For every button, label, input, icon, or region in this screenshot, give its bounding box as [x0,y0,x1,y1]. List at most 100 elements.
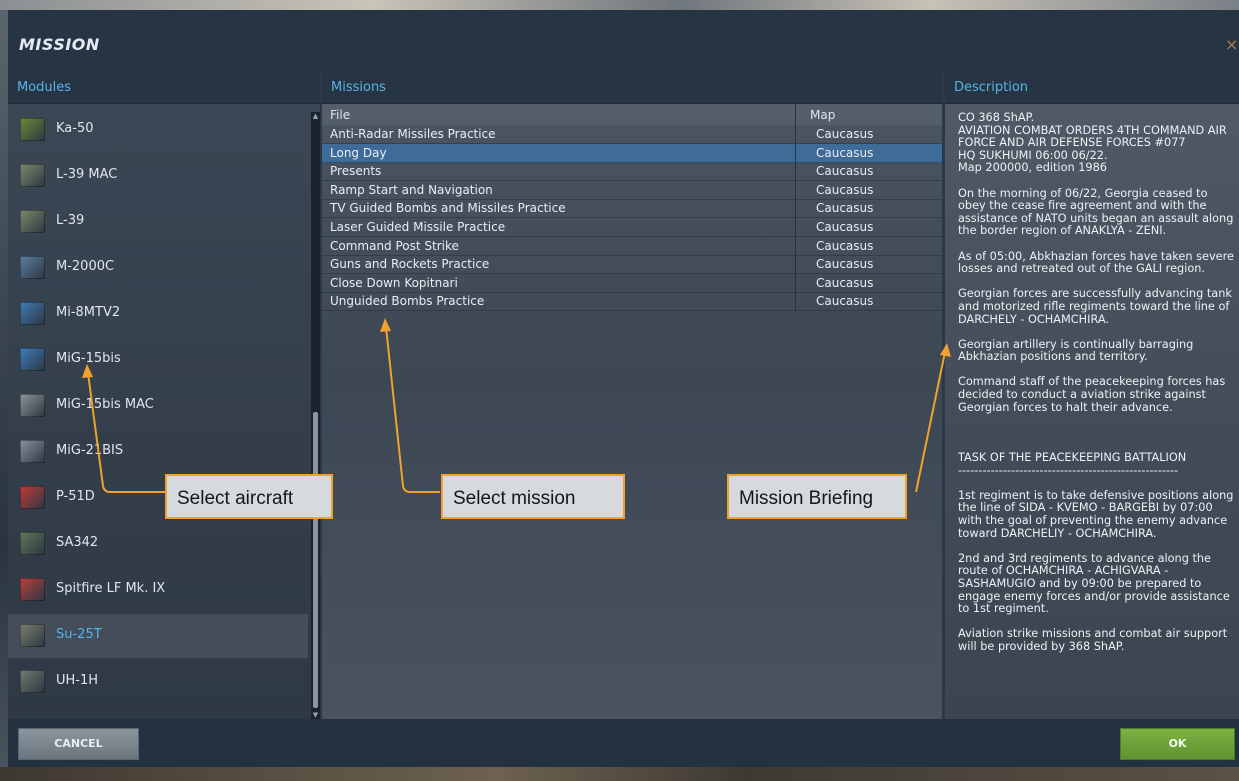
mission-map: Caucasus [816,257,874,272]
mission-file: Presents [330,164,382,179]
module-label: MiG-15bis [56,351,121,366]
description-body: CO 368 ShAP. AVIATION COMBAT ORDERS 4TH … [945,104,1239,719]
ok-button[interactable]: OK [1120,728,1235,760]
module-label: P-51D [56,489,95,504]
module-item[interactable]: Mi-8MTV2 [8,292,308,336]
mission-file: Unguided Bombs Practice [330,294,485,309]
missions-panel: Missions File Map Anti-Radar Missiles Pr… [322,72,942,719]
mission-row[interactable]: Command Post Strike Caucasus [322,237,942,256]
description-paragraph: Georgian forces are successfully advanci… [958,287,1232,326]
p-51d-icon [20,486,45,509]
spitfire-icon [20,578,45,601]
module-label: MiG-21BIS [56,443,124,458]
mission-map: Caucasus [816,220,874,234]
l-39-icon [20,210,45,233]
description-text: CO 368 ShAP. AVIATION COMBAT ORDERS 4TH … [958,111,1234,666]
uh-1h-icon [20,670,45,693]
su-25t-icon [20,624,45,647]
mission-map: Caucasus [816,201,874,216]
sa342-icon [20,532,45,555]
modules-scrollbar[interactable]: ▲ ▼ [311,112,320,720]
description-paragraph: As of 05:00, Abkhazian forces have taken… [958,249,1234,276]
module-label: L-39 MAC [56,167,118,182]
modules-header: Modules [8,72,320,104]
modules-panel: Modules Ka-50 L-39 MAC L-39 M-2000C Mi-8MTV2… [8,72,320,719]
description-paragraph: 2nd and 3rd regiments to advance along t… [958,551,1230,616]
mission-row[interactable]: Anti-Radar Missiles Practice Caucasus [322,125,942,144]
mission-file: Command Post Strike [330,238,459,253]
m-2000c-icon [20,256,45,279]
mission-file: Guns and Rockets Practice [330,257,490,272]
mission-row[interactable]: TV Guided Bombs and Missiles Practice Cau… [322,199,942,219]
module-item[interactable]: M-2000C [8,246,308,290]
module-item[interactable]: L-39 MAC [8,154,308,198]
module-label: Su-25T [56,627,102,642]
column-header-file[interactable]: File [330,108,350,122]
mission-row[interactable]: Ramp Start and Navigation Caucasus [322,181,942,200]
mig-15bis-mac-icon [20,394,45,417]
mission-file: Anti-Radar Missiles Practice [330,127,496,141]
description-paragraph: Command staff of the peacekeeping forces… [958,375,1226,414]
module-item[interactable]: Ka-50 [8,108,308,152]
footer-bar: CANCEL OK [8,719,1239,767]
dialog-title: MISSION [19,35,100,54]
module-label: Spitfire LF Mk. IX [56,581,166,596]
description-panel: Description CO 368 ShAP. AVIATION COMBAT… [945,72,1239,719]
mission-file: Laser Guided Missile Practice [330,220,506,234]
description-paragraph: CO 368 ShAP. AVIATION COMBAT ORDERS 4TH … [958,111,1227,175]
missions-header: Missions [322,72,942,104]
missions-table-header: File Map [322,104,942,125]
modules-list: Ka-50 L-39 MAC L-39 M-2000C Mi-8MTV2 MiG-15bi… [8,104,320,719]
callout-select-mission: Select mission [441,474,625,519]
mission-row[interactable]: Long Day Caucasus [322,143,942,163]
mission-map: Caucasus [816,127,874,141]
module-label: SA342 [56,535,99,550]
title-bar: MISSION × [8,10,1239,72]
module-label: L-39 [56,213,85,228]
mission-row[interactable]: Close Down Kopitnari Caucasus [322,274,942,293]
description-paragraph: On the morning of 06/22, Georgia ceased … [958,186,1234,238]
mi-8mtv2-icon [20,302,45,325]
description-paragraph: Georgian artillery is continually barrag… [958,337,1194,364]
l-39-mac-icon [20,164,45,187]
close-icon[interactable]: × [1225,37,1239,53]
module-item[interactable]: MiG-15bis MAC [8,384,308,428]
module-item[interactable]: Su-25T [8,614,308,658]
mission-map: Caucasus [816,275,874,290]
mission-file: Close Down Kopitnari [330,275,458,290]
module-item[interactable]: SA342 [8,522,308,566]
mig-15bis-icon [20,348,45,371]
mission-file: Ramp Start and Navigation [330,182,493,197]
column-header-map[interactable]: Map [810,108,835,122]
description-paragraph [958,427,1234,440]
module-item[interactable]: L-39 [8,200,308,244]
mig-21bis-icon [20,440,45,463]
mission-map: Caucasus [816,164,874,179]
mission-file: Long Day [330,145,387,160]
callout-select-aircraft: Select aircraft [165,474,333,519]
description-header: Description [945,72,1239,104]
mission-map: Caucasus [816,294,874,309]
mission-map: Caucasus [816,182,874,197]
module-label: Mi-8MTV2 [56,305,121,320]
description-paragraph: TASK OF THE PEACEKEEPING BATTALION -----… [958,451,1187,477]
mission-row[interactable]: Laser Guided Missile Practice Caucasus [322,218,942,237]
background-sky-top [0,0,1239,10]
module-item[interactable]: Spitfire LF Mk. IX [8,568,308,612]
mission-row[interactable]: Unguided Bombs Practice Caucasus [322,292,942,312]
scroll-up-arrow-icon[interactable]: ▲ [311,112,320,121]
module-item[interactable]: UH-1H [8,660,308,704]
column-divider [795,104,796,313]
mission-row[interactable]: Presents Caucasus [322,162,942,182]
scroll-thumb[interactable] [313,412,318,708]
module-label: Ka-50 [56,121,94,136]
module-label: UH-1H [56,673,99,688]
cancel-button[interactable]: CANCEL [18,728,139,760]
mission-row[interactable]: Guns and Rockets Practice Caucasus [322,255,942,275]
module-item[interactable]: MiG-21BIS [8,430,308,474]
callout-mission-briefing: Mission Briefing [727,474,907,519]
mission-dialog: MISSION × Modules Ka-50 L-39 MAC L-39 M-200… [8,10,1239,767]
description-paragraph: Aviation strike missions and combat air … [958,627,1228,653]
module-item[interactable]: MiG-15bis [8,338,308,382]
description-paragraph: 1st regiment is to take defensive positi… [958,488,1234,540]
